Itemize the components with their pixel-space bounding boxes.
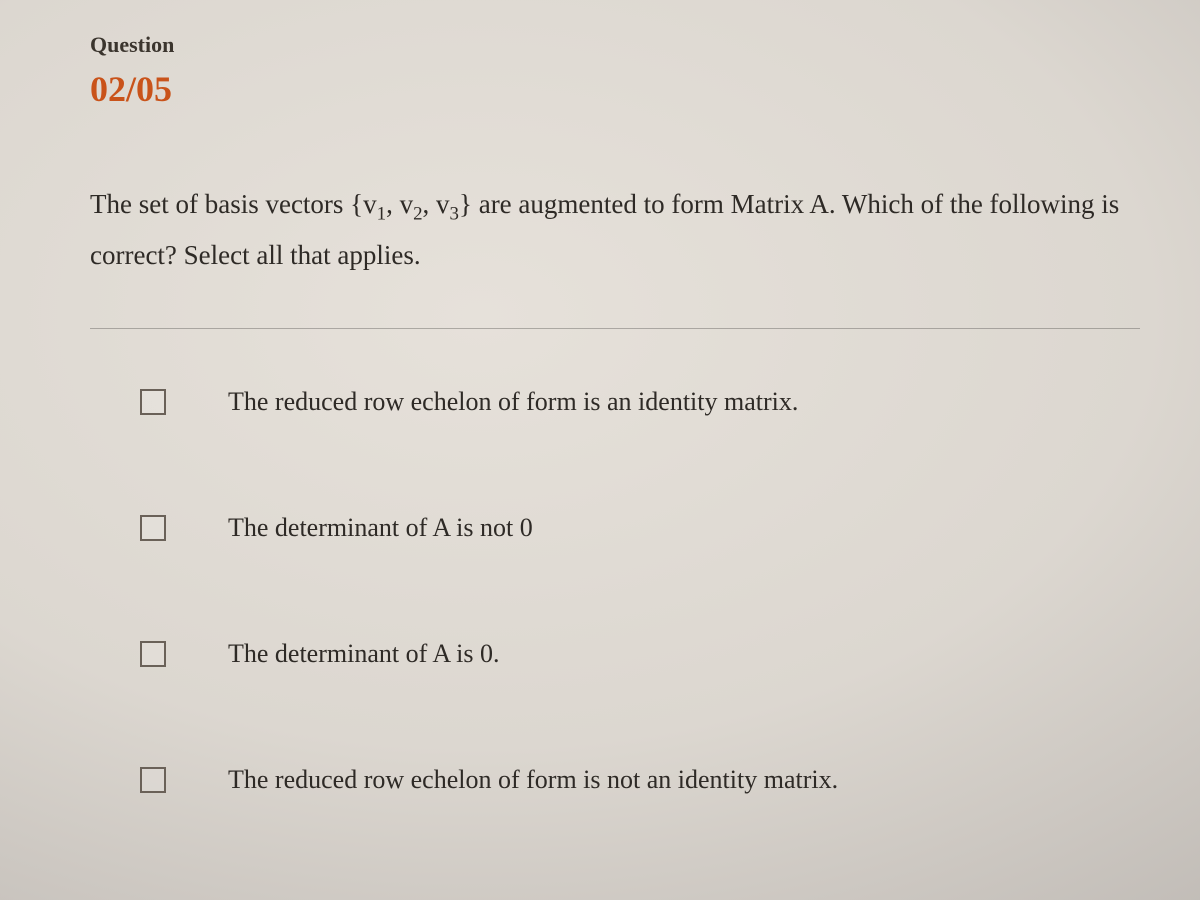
divider bbox=[90, 328, 1140, 329]
option-text: The reduced row echelon of form is an id… bbox=[228, 387, 798, 417]
checkbox[interactable] bbox=[140, 515, 166, 541]
option-row: The reduced row echelon of form is not a… bbox=[90, 717, 1140, 843]
prompt-text: , v bbox=[423, 189, 450, 219]
prompt-sub-1: 1 bbox=[377, 203, 386, 224]
checkbox[interactable] bbox=[140, 641, 166, 667]
option-text: The determinant of A is 0. bbox=[228, 639, 500, 669]
prompt-sub-3: 3 bbox=[450, 203, 459, 224]
prompt-text: The set of basis vectors {v bbox=[90, 189, 377, 219]
options-list: The reduced row echelon of form is an id… bbox=[90, 339, 1140, 843]
checkbox[interactable] bbox=[140, 767, 166, 793]
checkbox[interactable] bbox=[140, 389, 166, 415]
option-row: The determinant of A is 0. bbox=[90, 591, 1140, 717]
option-text: The reduced row echelon of form is not a… bbox=[228, 765, 838, 795]
question-counter: 02/05 bbox=[90, 68, 1140, 110]
prompt-text: , v bbox=[386, 189, 413, 219]
question-label: Question bbox=[90, 32, 1140, 58]
option-text: The determinant of A is not 0 bbox=[228, 513, 533, 543]
question-header: Question 02/05 bbox=[90, 32, 1140, 110]
option-row: The reduced row echelon of form is an id… bbox=[90, 339, 1140, 465]
question-prompt: The set of basis vectors {v1, v2, v3} ar… bbox=[90, 180, 1140, 280]
prompt-sub-2: 2 bbox=[413, 203, 422, 224]
option-row: The determinant of A is not 0 bbox=[90, 465, 1140, 591]
